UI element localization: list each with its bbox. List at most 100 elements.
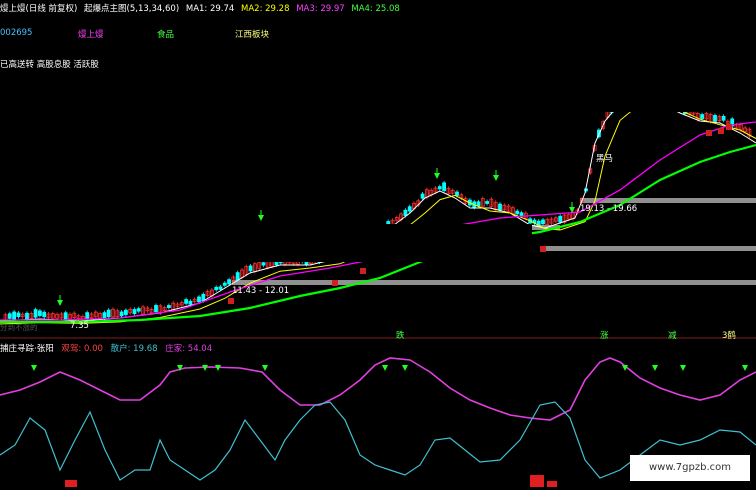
price-low-label: 7.35: [70, 321, 89, 331]
stock-title: 熳上熳(日线 前复权): [0, 4, 78, 14]
candle-body: [248, 265, 253, 272]
dark-horse-label: 黑马: [596, 154, 614, 164]
candle-body: [227, 279, 232, 285]
buy-arrow-0: [57, 300, 63, 306]
stock-tags: 已高送转 高股息股 活跃股: [0, 60, 99, 70]
region-label: 江西板块: [235, 30, 270, 40]
candle-body: [106, 309, 111, 318]
candle-body: [132, 309, 137, 315]
red-mark-3: [540, 246, 546, 252]
subindicator-header: 捕庄寻踪·张阳 观驾: 0.00 散户: 19.68 庄家: 54.04: [0, 342, 217, 354]
watermark: www.7gpzb.com: [630, 455, 750, 481]
candles: [3, 87, 752, 323]
buy-arrow-3: [493, 175, 499, 181]
occlusion-middle: [222, 224, 532, 262]
ind-arrow-8: [652, 365, 658, 371]
ind-bar-2: [547, 481, 557, 487]
candle-body: [403, 209, 408, 216]
candle-body: [261, 262, 266, 266]
candle-body: [184, 299, 189, 304]
candle-body: [33, 309, 38, 318]
red-mark-5: [718, 128, 724, 134]
candle-body: [420, 193, 425, 199]
red-marks: [228, 124, 732, 304]
support-bar-1: [580, 198, 756, 203]
ind-arrow-0: [31, 365, 37, 371]
indicator-bars: [65, 475, 557, 487]
stock-code: 002695: [0, 28, 33, 38]
small-note: 分到不涨的: [0, 323, 38, 332]
candle-body: [154, 305, 158, 313]
candle-body: [166, 305, 171, 309]
signal-jian: 减: [668, 331, 677, 341]
signal-he: 3鹤: [722, 331, 736, 341]
ma2-value: MA2: 29.28: [241, 4, 290, 14]
range-label-1: 11.43 - 12.01: [232, 286, 290, 296]
candle-body: [558, 215, 563, 223]
indicator-name: 起爆点主图(5,13,34,60): [84, 4, 180, 14]
dealer-line: [0, 357, 756, 421]
candle-body: [455, 191, 459, 196]
chart-area[interactable]: 熳上熳(日线 前复权) 起爆点主图(5,13,34,60) MA1: 29.74…: [0, 0, 756, 487]
candle-body: [218, 286, 223, 290]
candle-body: [721, 115, 726, 121]
ind-bar-0: [65, 480, 77, 487]
signal-die: 跌: [396, 331, 405, 341]
retail-value: 散户: 19.68: [110, 344, 158, 354]
ma4-value: MA4: 25.08: [351, 4, 400, 14]
ma2-line: [0, 102, 756, 325]
watch-value: 观驾: 0.00: [61, 344, 103, 354]
candle-body: [124, 309, 128, 315]
subindicator-name: 捕庄寻踪·张阳: [0, 344, 54, 354]
buy-arrow-1: [258, 215, 264, 221]
candle-body: [442, 182, 447, 192]
ind-bar-1: [530, 475, 544, 487]
ind-arrow-5: [382, 365, 388, 371]
candle-body: [214, 286, 219, 291]
ma3-value: MA3: 29.97: [296, 4, 345, 14]
stock-name: 熳上熳: [78, 30, 104, 40]
red-mark-2: [360, 268, 366, 274]
candle-body: [119, 311, 124, 317]
candle-body: [476, 201, 481, 207]
candle-body: [38, 310, 42, 316]
ind-arrow-4: [262, 365, 268, 371]
red-mark-4: [706, 130, 712, 136]
red-mark-1: [332, 280, 338, 286]
candle-body: [700, 114, 704, 119]
candle-body: [437, 186, 442, 190]
ma1-value: MA1: 29.74: [185, 4, 235, 14]
dealer-value: 庄家: 54.04: [165, 344, 213, 354]
signal-zhang: 涨: [600, 331, 609, 341]
candle-body: [85, 312, 90, 320]
industry-label: 食品: [157, 30, 175, 40]
candle-body: [541, 219, 545, 225]
candle-body: [498, 203, 502, 211]
candle-body: [16, 312, 21, 318]
indicator-arrows: [31, 365, 748, 371]
ma1-line: [0, 97, 756, 322]
red-mark-0: [228, 298, 234, 304]
occlusion-top-right: [428, 0, 756, 112]
buy-arrow-2: [434, 173, 440, 179]
candle-body: [515, 210, 520, 215]
candle-body: [136, 308, 141, 312]
candle-body: [713, 115, 717, 122]
ind-arrow-6: [402, 365, 408, 371]
candle-body: [222, 282, 227, 286]
candle-body: [12, 311, 17, 320]
candle-body: [7, 313, 12, 319]
candle-body: [235, 272, 240, 281]
candle-body: [188, 300, 193, 305]
support-bar-0: [232, 280, 756, 285]
red-mark-6: [726, 124, 732, 130]
header-bar: 熳上熳(日线 前复权) 起爆点主图(5,13,34,60) MA1: 29.74…: [0, 2, 404, 14]
candle-body: [25, 312, 29, 320]
ind-arrow-9: [680, 365, 686, 371]
range-label-2: 19.13 - 19.66: [580, 204, 638, 214]
candle-body: [407, 206, 412, 212]
ma3-line: [0, 121, 756, 321]
candle-body: [197, 296, 201, 303]
ind-arrow-10: [742, 365, 748, 371]
candle-body: [42, 311, 47, 318]
